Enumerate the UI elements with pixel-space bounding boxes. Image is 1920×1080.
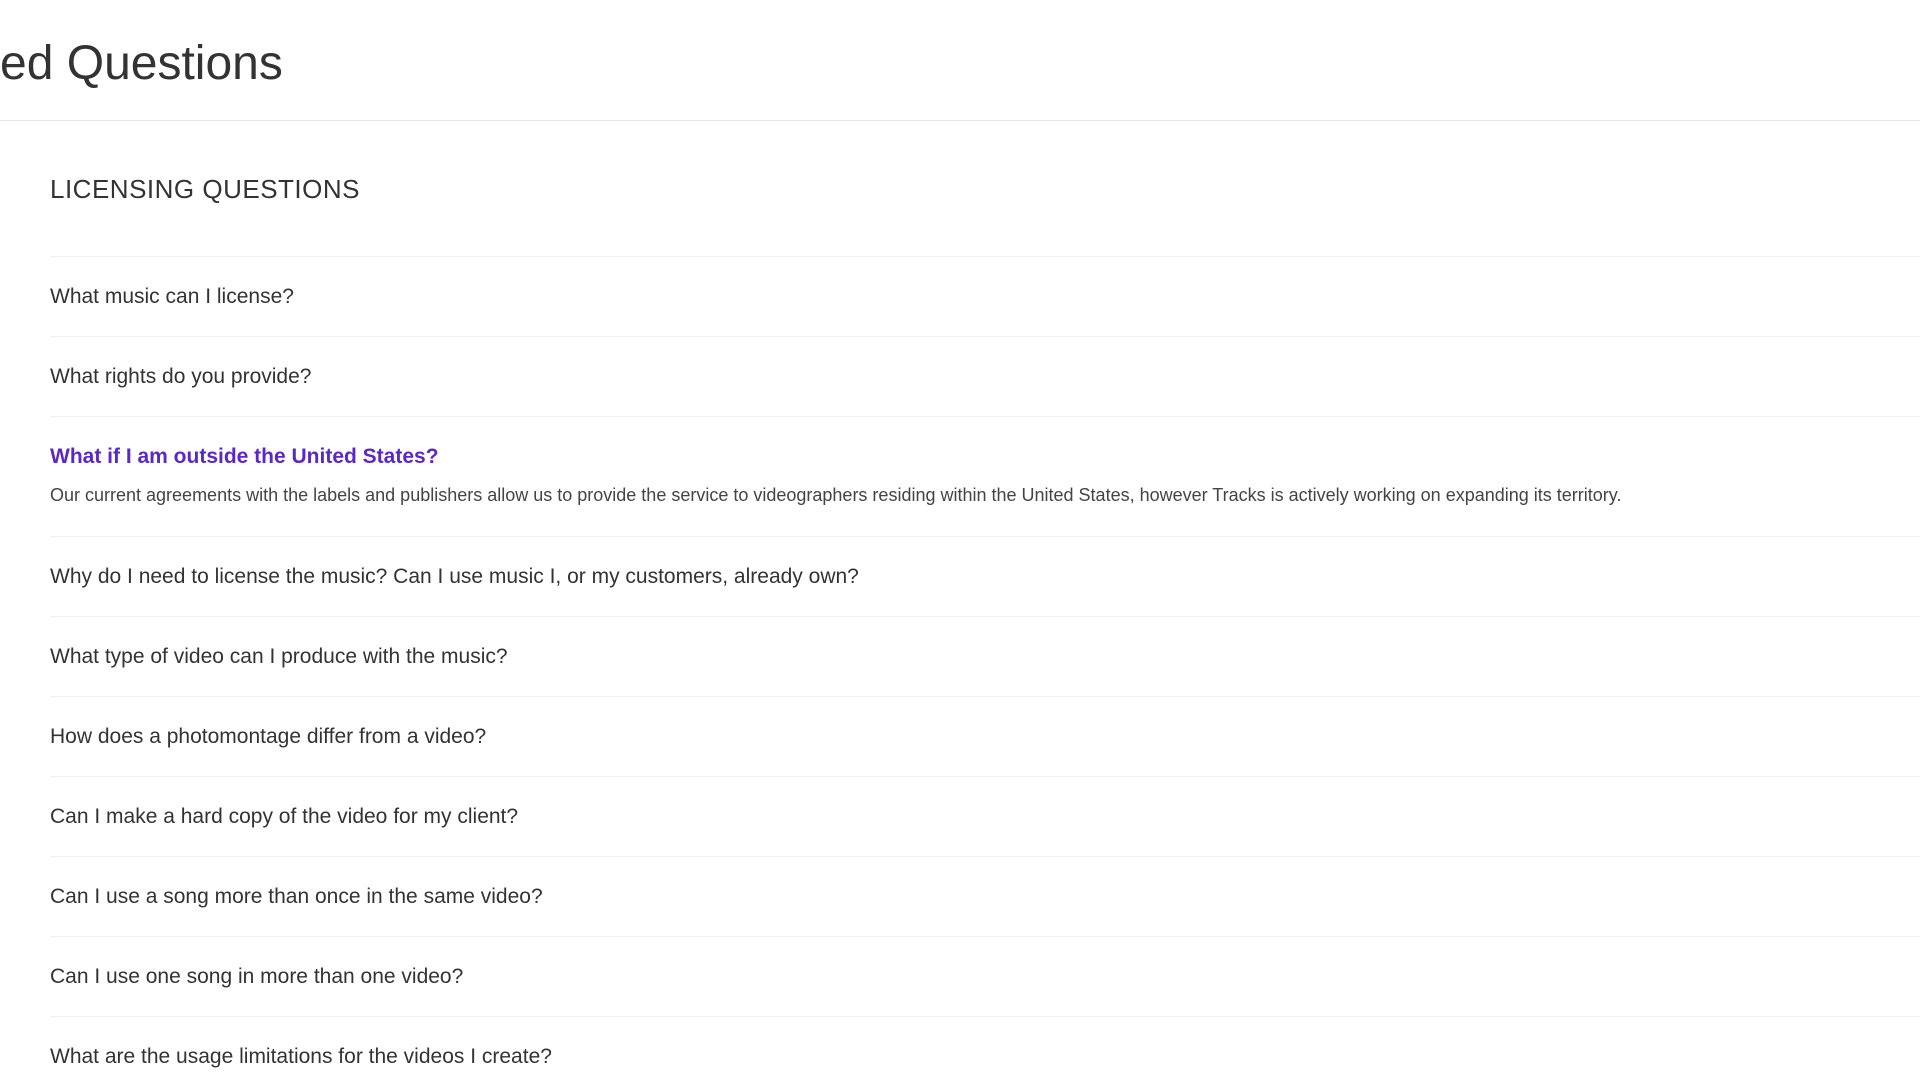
faq-question-song-once[interactable]: Can I use a song more than once in the s… bbox=[50, 857, 1920, 936]
faq-question-what-rights[interactable]: What rights do you provide? bbox=[50, 337, 1920, 416]
faq-item: Why do I need to license the music? Can … bbox=[50, 537, 1920, 617]
faq-question-song-multiple-videos[interactable]: Can I use one song in more than one vide… bbox=[50, 937, 1920, 1016]
faq-item-expanded: What if I am outside the United States? … bbox=[50, 417, 1920, 537]
faq-item: Can I use one song in more than one vide… bbox=[50, 937, 1920, 1017]
faq-item: Can I use a song more than once in the s… bbox=[50, 857, 1920, 937]
faq-question-what-music[interactable]: What music can I license? bbox=[50, 257, 1920, 336]
faq-item: Can I make a hard copy of the video for … bbox=[50, 777, 1920, 857]
faq-question-why-license[interactable]: Why do I need to license the music? Can … bbox=[50, 537, 1920, 616]
faq-item: What type of video can I produce with th… bbox=[50, 617, 1920, 697]
faq-item: What rights do you provide? bbox=[50, 337, 1920, 417]
faq-item: What music can I license? bbox=[50, 257, 1920, 337]
faq-list: What music can I license? What rights do… bbox=[50, 256, 1920, 1080]
faq-question-video-type[interactable]: What type of video can I produce with th… bbox=[50, 617, 1920, 696]
faq-page: ed Questions LICENSING QUESTIONS What mu… bbox=[0, 0, 1920, 1080]
section-title: LICENSING QUESTIONS bbox=[50, 174, 360, 204]
page-header: ed Questions bbox=[0, 0, 1920, 121]
faq-item: What are the usage limitations for the v… bbox=[50, 1017, 1920, 1080]
licensing-section: LICENSING QUESTIONS What music can I lic… bbox=[50, 172, 1920, 1080]
faq-item: How does a photomontage differ from a vi… bbox=[50, 697, 1920, 777]
faq-question-photomontage[interactable]: How does a photomontage differ from a vi… bbox=[50, 697, 1920, 776]
faq-question-usage-limitations[interactable]: What are the usage limitations for the v… bbox=[50, 1017, 1920, 1080]
faq-question-hard-copy[interactable]: Can I make a hard copy of the video for … bbox=[50, 777, 1920, 856]
faq-answer-outside-us: Our current agreements with the labels a… bbox=[50, 485, 1622, 505]
page-title: ed Questions bbox=[0, 37, 283, 90]
